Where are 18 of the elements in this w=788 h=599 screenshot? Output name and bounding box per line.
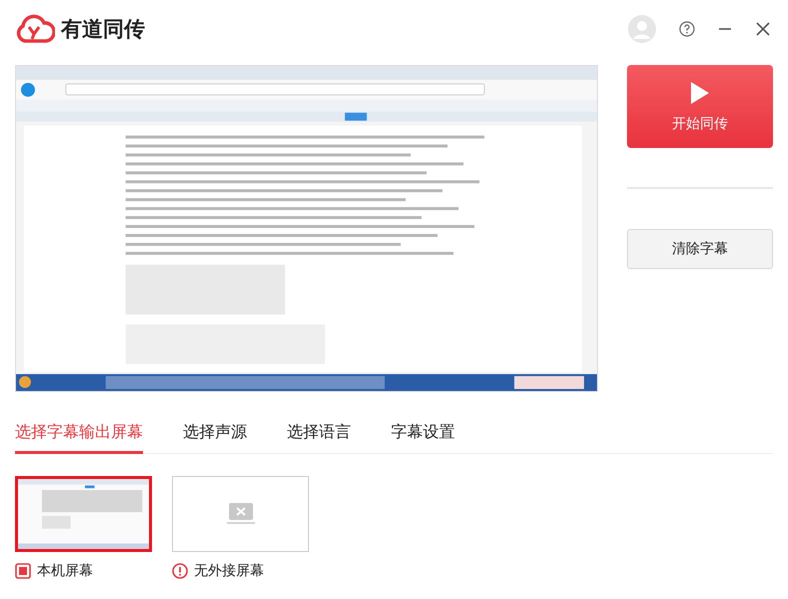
screen-thumbnail[interactable] bbox=[172, 476, 309, 552]
screen-label: 无外接屏幕 bbox=[194, 562, 264, 580]
tab[interactable]: 选择声源 bbox=[183, 422, 247, 454]
close-icon[interactable] bbox=[755, 21, 771, 37]
start-button[interactable]: 开始同传 bbox=[627, 65, 773, 148]
screen-status-icon bbox=[15, 563, 31, 579]
tab[interactable]: 选择字幕输出屏幕 bbox=[15, 422, 143, 454]
disconnected-screen-icon bbox=[226, 503, 254, 525]
screen-thumbnail[interactable] bbox=[15, 476, 152, 552]
warning-icon bbox=[172, 563, 188, 579]
screen-label: 本机屏幕 bbox=[37, 562, 93, 580]
play-icon bbox=[690, 80, 710, 104]
app-title: 有道同传 bbox=[61, 16, 145, 43]
help-icon[interactable] bbox=[679, 21, 695, 37]
cloud-logo-icon bbox=[15, 14, 55, 44]
tab[interactable]: 字幕设置 bbox=[391, 422, 455, 454]
clear-subtitles-button[interactable]: 清除字幕 bbox=[627, 229, 773, 269]
tab[interactable]: 选择语言 bbox=[287, 422, 351, 454]
